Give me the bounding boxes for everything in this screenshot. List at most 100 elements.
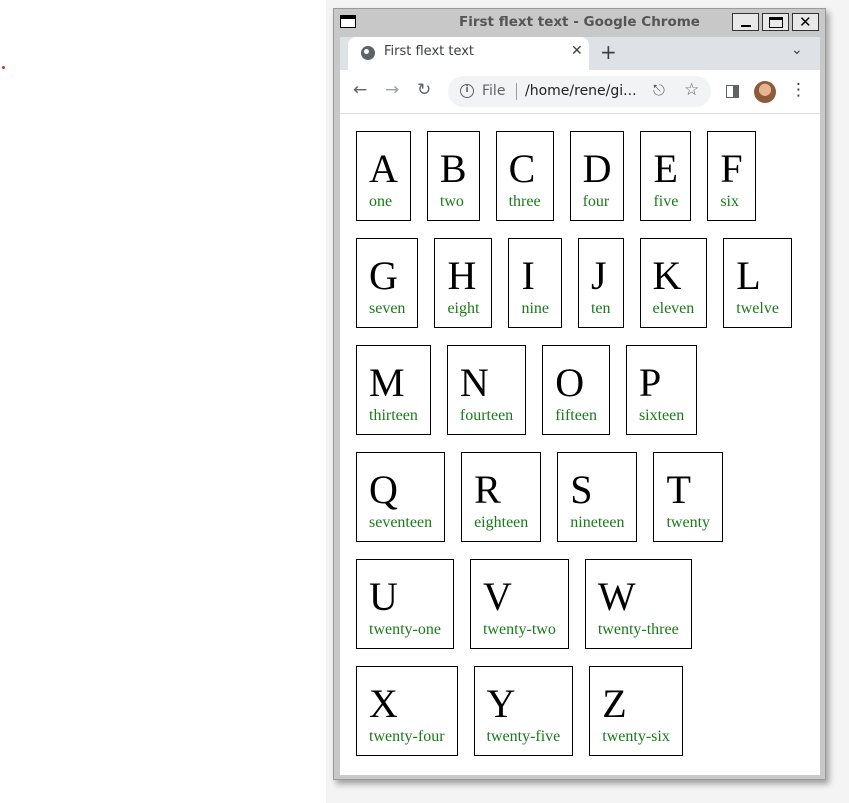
item-word: twenty-six — [602, 728, 670, 745]
flex-item: Ltwelve — [723, 238, 792, 328]
flex-item: Xtwenty-four — [356, 666, 458, 756]
maximize-icon — [769, 17, 783, 28]
info-icon[interactable]: i — [460, 84, 474, 98]
flex-item: Fsix — [707, 131, 756, 221]
reload-icon[interactable]: ↻ — [417, 80, 431, 100]
profile-avatar[interactable] — [754, 81, 776, 103]
item-word: three — [508, 193, 541, 210]
tab-active[interactable]: First flext text ✕ — [348, 37, 589, 70]
item-letter: S — [570, 467, 593, 512]
item-letter: M — [369, 360, 405, 405]
back-arrow-icon[interactable]: ← — [353, 80, 367, 100]
tab-title: First flext text — [384, 44, 475, 59]
flex-item: Wtwenty-three — [584, 559, 692, 649]
share-icon[interactable]: ⎋ — [653, 81, 665, 99]
flex-container: Aone Btwo Cthree Dfour Efive Fsix Gseven Height… — [340, 115, 818, 756]
item-letter: U — [369, 574, 398, 619]
item-word: twenty-five — [486, 728, 561, 745]
item-letter: O — [555, 360, 585, 405]
flex-item: Dfour — [569, 131, 625, 221]
item-letter: W — [597, 574, 636, 619]
item-word: twelve — [736, 300, 779, 317]
forward-arrow-icon[interactable]: → — [385, 80, 399, 100]
more-menu-icon[interactable]: ⋮ — [790, 80, 807, 100]
item-word: seven — [369, 300, 406, 317]
item-word: five — [653, 193, 679, 210]
item-letter: V — [482, 574, 512, 619]
globe-icon — [361, 46, 375, 60]
title-bar[interactable]: First flext text - Google Chrome ✕ — [334, 9, 825, 35]
page-content: Aone Btwo Cthree Dfour Efive Fsix Gseven Height… — [340, 115, 820, 775]
new-tab-button[interactable]: + — [600, 40, 617, 64]
item-letter: R — [474, 467, 501, 512]
flex-item: Vtwenty-two — [469, 559, 569, 649]
item-letter: J — [590, 253, 607, 298]
flex-item: Jten — [577, 238, 624, 328]
item-letter: G — [369, 253, 398, 298]
bookmark-star-icon[interactable]: ☆ — [684, 80, 699, 100]
item-letter: P — [638, 360, 662, 405]
url-scheme: File — [482, 83, 506, 99]
desktop-dot — [2, 66, 5, 69]
item-word: thirteen — [369, 407, 418, 424]
item-word: twenty-three — [597, 621, 679, 638]
url-text[interactable]: /home/rene/gi... — [525, 83, 637, 99]
browser-chrome: First flext text ✕ + ⌄ ← → ↻ i File /hom… — [340, 37, 820, 775]
maximize-button[interactable] — [762, 13, 789, 31]
item-word: nine — [521, 300, 549, 317]
item-word: sixteen — [638, 407, 685, 424]
item-word: nineteen — [570, 514, 625, 531]
flex-item: Keleven — [639, 238, 708, 328]
item-letter: B — [439, 146, 467, 191]
minimize-button[interactable] — [732, 13, 759, 31]
item-word: eleven — [652, 300, 695, 317]
address-bar[interactable]: i File /home/rene/gi... ⎋ ☆ — [448, 76, 711, 107]
item-word: one — [369, 193, 393, 210]
flex-item: Aone — [356, 131, 411, 221]
flex-item: Height — [434, 238, 493, 328]
item-word: eighteen — [474, 514, 529, 531]
flex-item: Utwenty-one — [356, 559, 454, 649]
item-word: four — [582, 193, 610, 210]
item-letter: N — [459, 360, 489, 405]
item-letter: L — [736, 253, 761, 298]
item-word: twenty — [666, 514, 711, 531]
tab-search-icon[interactable]: ⌄ — [791, 42, 803, 58]
item-letter: D — [582, 146, 612, 191]
browser-window: First flext text - Google Chrome ✕ First… — [333, 8, 826, 780]
flex-item: Nfourteen — [446, 345, 527, 435]
item-letter: H — [447, 253, 477, 298]
item-letter: Q — [369, 467, 398, 512]
item-letter: T — [666, 467, 691, 512]
tab-close-icon[interactable]: ✕ — [571, 43, 583, 59]
item-letter: A — [369, 146, 398, 191]
flex-item: Efive — [640, 131, 692, 221]
minimize-icon — [741, 25, 751, 27]
close-window-button[interactable]: ✕ — [792, 13, 819, 31]
item-word: fifteen — [555, 407, 597, 424]
url-separator — [516, 83, 517, 100]
flex-item: Btwo — [426, 131, 480, 221]
item-word: two — [439, 193, 464, 210]
flex-item: Psixteen — [625, 345, 698, 435]
flex-item: Inine — [508, 238, 562, 328]
item-word: eight — [447, 300, 480, 317]
flex-item: Snineteen — [557, 452, 638, 542]
item-word: ten — [590, 300, 611, 317]
item-word: twenty-two — [482, 621, 556, 638]
flex-item: Gseven — [356, 238, 419, 328]
flex-item: Ttwenty — [653, 452, 724, 542]
flex-item: Qseventeen — [356, 452, 446, 542]
side-panel-icon[interactable] — [726, 85, 739, 98]
flex-item: Ytwenty-five — [473, 666, 574, 756]
item-letter: Z — [602, 681, 627, 726]
item-word: twenty-four — [369, 728, 445, 745]
item-letter: E — [653, 146, 678, 191]
flex-item: Ofifteen — [542, 345, 610, 435]
item-letter: I — [521, 253, 535, 298]
item-letter: X — [369, 681, 398, 726]
item-word: fourteen — [459, 407, 514, 424]
item-letter: K — [652, 253, 682, 298]
item-letter: Y — [486, 681, 516, 726]
item-letter: F — [720, 146, 743, 191]
